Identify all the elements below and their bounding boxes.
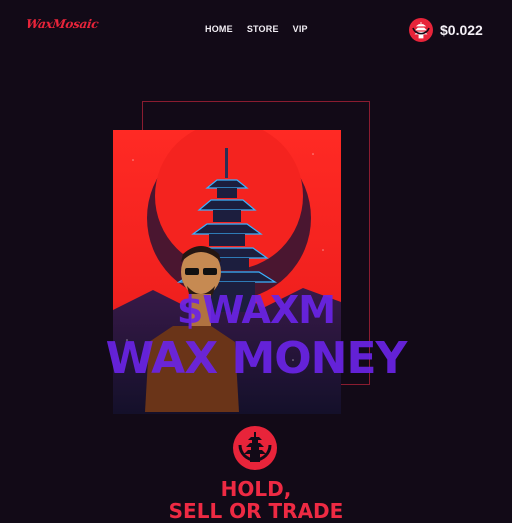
section-heading-line-2: SELL OR TRADE	[168, 499, 344, 523]
token-price: $0.022	[409, 18, 483, 42]
pagoda-emblem-icon	[233, 426, 277, 470]
hero-title-ticker: $WAXM	[176, 288, 336, 332]
hero-title-name: WAX MONEY	[105, 333, 408, 384]
nav-vip[interactable]: VIP	[293, 24, 308, 34]
main-nav: HOME STORE VIP	[205, 24, 308, 34]
nav-store[interactable]: STORE	[247, 24, 279, 34]
section-heading: HOLD, SELL OR TRADE	[0, 478, 512, 522]
site-header: WaxMosaic HOME STORE VIP $0.022	[0, 0, 512, 60]
section-heading-line-1: HOLD,	[220, 477, 292, 501]
nav-home[interactable]: HOME	[205, 24, 233, 34]
pagoda-coin-icon	[409, 18, 433, 42]
price-value: $0.022	[440, 22, 483, 38]
site-logo[interactable]: WaxMosaic	[25, 17, 99, 31]
